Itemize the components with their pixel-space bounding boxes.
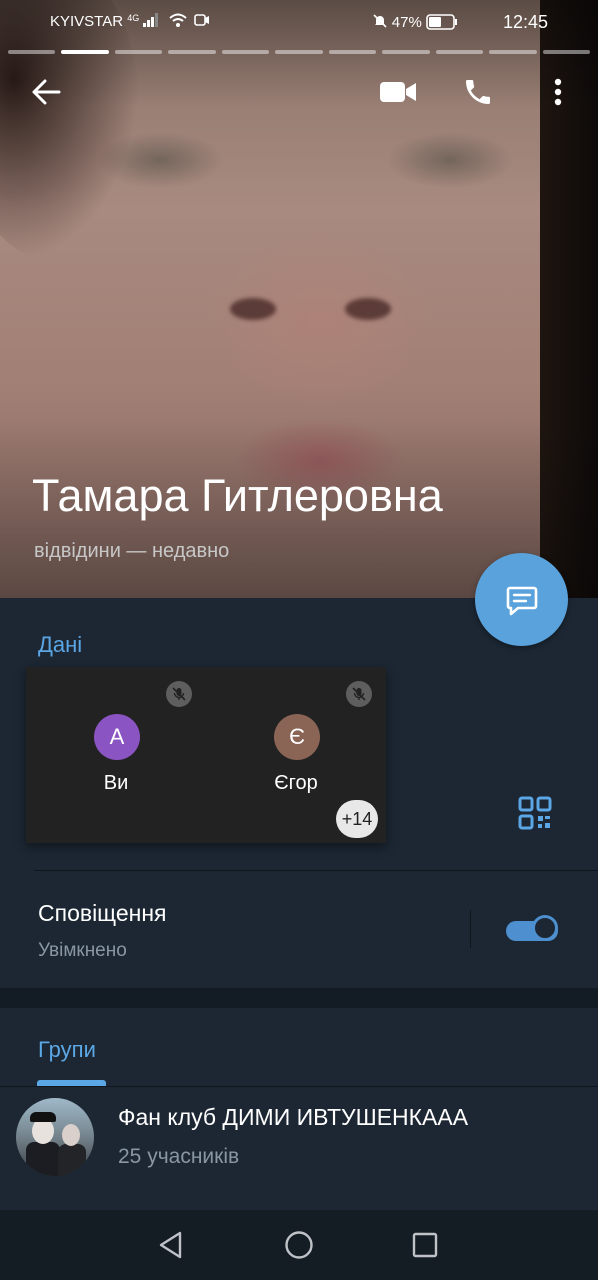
participant-avatar: А <box>94 714 140 760</box>
pager-segment <box>275 50 323 54</box>
signal-icon <box>143 13 159 27</box>
more-menu-button[interactable] <box>538 72 578 112</box>
participant-avatar: Є <box>274 714 320 760</box>
video-camera-icon <box>380 82 416 102</box>
qr-code-button[interactable] <box>518 796 558 836</box>
section-gap <box>0 988 598 1008</box>
notifications-separator <box>470 910 471 948</box>
mic-off-icon <box>346 681 372 707</box>
voice-chat-overlay[interactable]: А Ви Є Єгор +14 <box>26 667 386 843</box>
avatar-cap <box>30 1112 56 1122</box>
groups-divider <box>0 1086 598 1087</box>
battery-percent: 47% <box>391 14 422 31</box>
section-divider <box>34 870 598 871</box>
group-member-count: 25 учасників <box>118 1145 240 1168</box>
more-participants-badge[interactable]: +14 <box>336 800 378 838</box>
nav-home-icon <box>285 1231 313 1259</box>
pager-segment <box>168 50 216 54</box>
status-right: 47% <box>372 13 458 31</box>
nav-back-button[interactable] <box>154 1228 188 1262</box>
pager-segment <box>542 50 590 54</box>
group-title[interactable]: Фан клуб ДИМИ ИВТУШЕНКААА <box>118 1104 468 1131</box>
pager-segment-active <box>61 50 109 54</box>
profile-name: Тамара Гитлеровна <box>32 470 443 521</box>
participant-tile[interactable]: А Ви <box>26 667 206 843</box>
notifications-toggle[interactable] <box>506 915 562 947</box>
network-type: 4G <box>127 13 140 23</box>
voice-call-button[interactable] <box>458 72 498 112</box>
nav-recent-icon <box>412 1232 438 1258</box>
qr-code-icon <box>518 796 552 830</box>
toggle-knob <box>532 915 558 941</box>
participant-name: Єгор <box>274 772 318 794</box>
notifications-title[interactable]: Сповіщення <box>38 900 167 927</box>
pager-segment <box>8 50 56 54</box>
participant-name: Ви <box>103 772 129 794</box>
pager-segment <box>489 50 537 54</box>
profile-last-seen: відвідини — недавно <box>34 540 230 562</box>
pager-segment <box>221 50 270 54</box>
mic-off-icon <box>166 681 192 707</box>
video-call-button[interactable] <box>378 72 418 112</box>
photo-pager <box>8 50 590 54</box>
back-arrow-icon <box>32 79 61 105</box>
pager-segment <box>114 50 163 54</box>
mute-bell-icon <box>373 14 387 28</box>
avatar-figure <box>58 1144 86 1176</box>
send-message-button[interactable] <box>475 553 568 646</box>
pager-segment <box>382 50 430 54</box>
nav-back-icon <box>159 1231 182 1259</box>
more-vertical-icon <box>554 78 562 106</box>
info-heading: Дані <box>38 632 83 657</box>
nav-home-button[interactable] <box>282 1228 316 1262</box>
nav-recent-button[interactable] <box>408 1228 442 1262</box>
phone-icon <box>466 80 490 104</box>
wifi-icon <box>168 13 187 27</box>
group-avatar[interactable] <box>16 1098 94 1176</box>
status-time: 12:45 <box>502 12 548 32</box>
avatar-figure <box>26 1142 60 1176</box>
notifications-value: Увімкнено <box>38 940 127 961</box>
avatar-face <box>62 1124 80 1146</box>
system-nav-bar <box>0 1210 598 1280</box>
pager-segment <box>328 50 377 54</box>
screen-record-icon <box>193 14 209 26</box>
groups-tab[interactable]: Групи <box>38 1037 96 1063</box>
battery-icon <box>426 14 457 30</box>
back-button[interactable] <box>26 72 66 112</box>
pager-segment <box>435 50 484 54</box>
carrier-label: KYIVSTAR <box>50 13 124 30</box>
status-carrier: KYIVSTAR 4G <box>50 13 210 30</box>
message-icon <box>506 586 537 615</box>
